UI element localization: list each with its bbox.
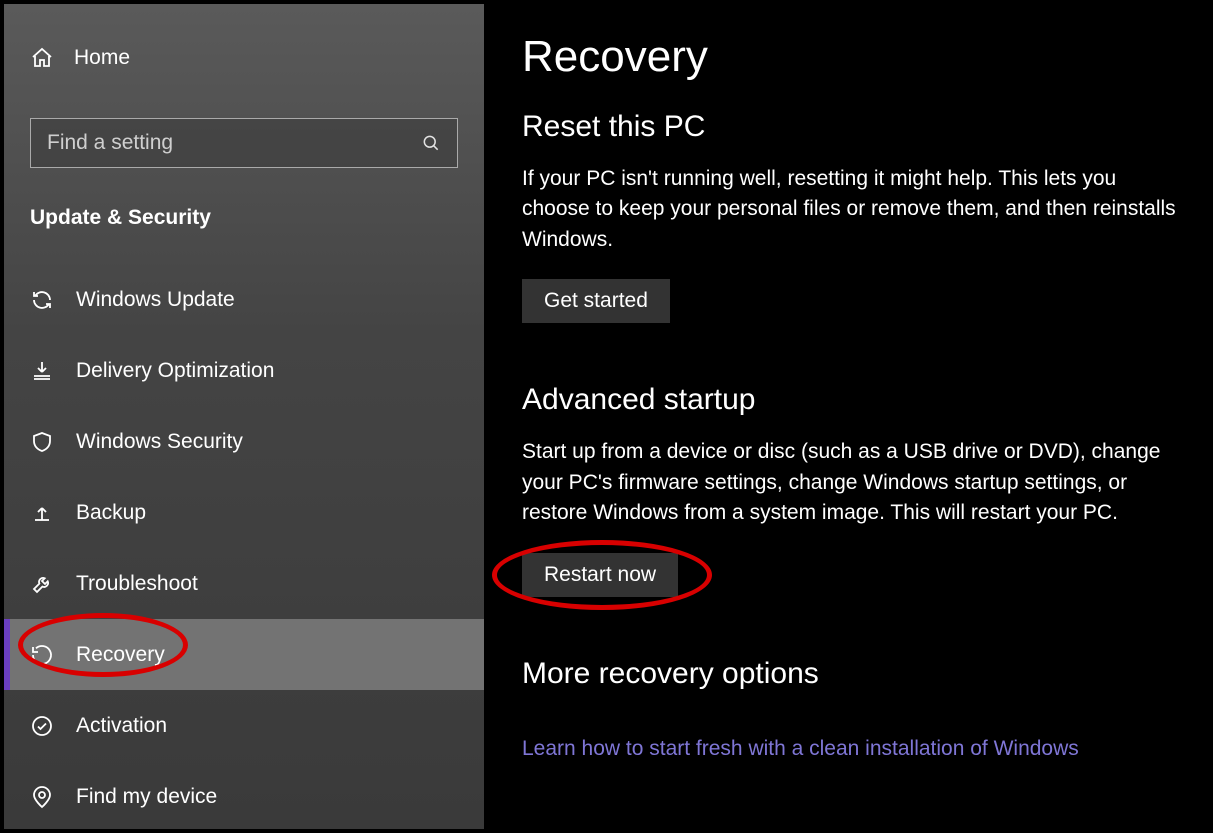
location-icon [30, 785, 54, 809]
sidebar-item-label: Recovery [76, 643, 165, 667]
sync-icon [30, 288, 54, 312]
sidebar-item-windows-update[interactable]: Windows Update [4, 264, 484, 335]
section-heading: Advanced startup [522, 383, 1179, 417]
section-reset-pc: Reset this PC If your PC isn't running w… [522, 110, 1179, 323]
sidebar-item-label: Backup [76, 501, 146, 525]
sidebar-item-recovery[interactable]: Recovery [4, 619, 484, 690]
sidebar-item-find-my-device[interactable]: Find my device [4, 761, 484, 832]
sidebar-item-label: Find my device [76, 785, 217, 809]
content-pane: Recovery Reset this PC If your PC isn't … [484, 4, 1209, 829]
home-label: Home [74, 46, 130, 70]
section-heading: More recovery options [522, 657, 1179, 691]
restart-now-button[interactable]: Restart now [522, 553, 678, 597]
sidebar-item-troubleshoot[interactable]: Troubleshoot [4, 548, 484, 619]
page-title: Recovery [522, 32, 1179, 82]
section-heading: Reset this PC [522, 110, 1179, 144]
section-description: If your PC isn't running well, resetting… [522, 164, 1179, 255]
check-circle-icon [30, 714, 54, 738]
get-started-button[interactable]: Get started [522, 279, 670, 323]
home-icon [30, 46, 54, 70]
search-input[interactable] [47, 131, 421, 155]
home-nav[interactable]: Home [4, 34, 484, 82]
nav-list: Windows Update Delivery Optimization Win… [4, 264, 484, 832]
shield-icon [30, 430, 54, 454]
backup-icon [30, 501, 54, 525]
sidebar-item-windows-security[interactable]: Windows Security [4, 406, 484, 477]
sidebar-item-label: Windows Security [76, 430, 243, 454]
sidebar-item-label: Activation [76, 714, 167, 738]
sidebar-item-label: Troubleshoot [76, 572, 198, 596]
sidebar-item-backup[interactable]: Backup [4, 477, 484, 548]
recovery-icon [30, 643, 54, 667]
sidebar: Home Update & Security Windows Update De… [4, 4, 484, 829]
section-advanced-startup: Advanced startup Start up from a device … [522, 383, 1179, 596]
sidebar-item-label: Delivery Optimization [76, 359, 274, 383]
sidebar-item-delivery-optimization[interactable]: Delivery Optimization [4, 335, 484, 406]
search-box[interactable] [30, 118, 458, 168]
download-icon [30, 359, 54, 383]
sidebar-item-activation[interactable]: Activation [4, 690, 484, 761]
section-more-recovery: More recovery options Learn how to start… [522, 657, 1179, 761]
sidebar-item-label: Windows Update [76, 288, 235, 312]
section-description: Start up from a device or disc (such as … [522, 437, 1179, 528]
search-icon [421, 133, 441, 153]
wrench-icon [30, 572, 54, 596]
learn-fresh-install-link[interactable]: Learn how to start fresh with a clean in… [522, 737, 1079, 761]
category-heading: Update & Security [4, 168, 484, 244]
